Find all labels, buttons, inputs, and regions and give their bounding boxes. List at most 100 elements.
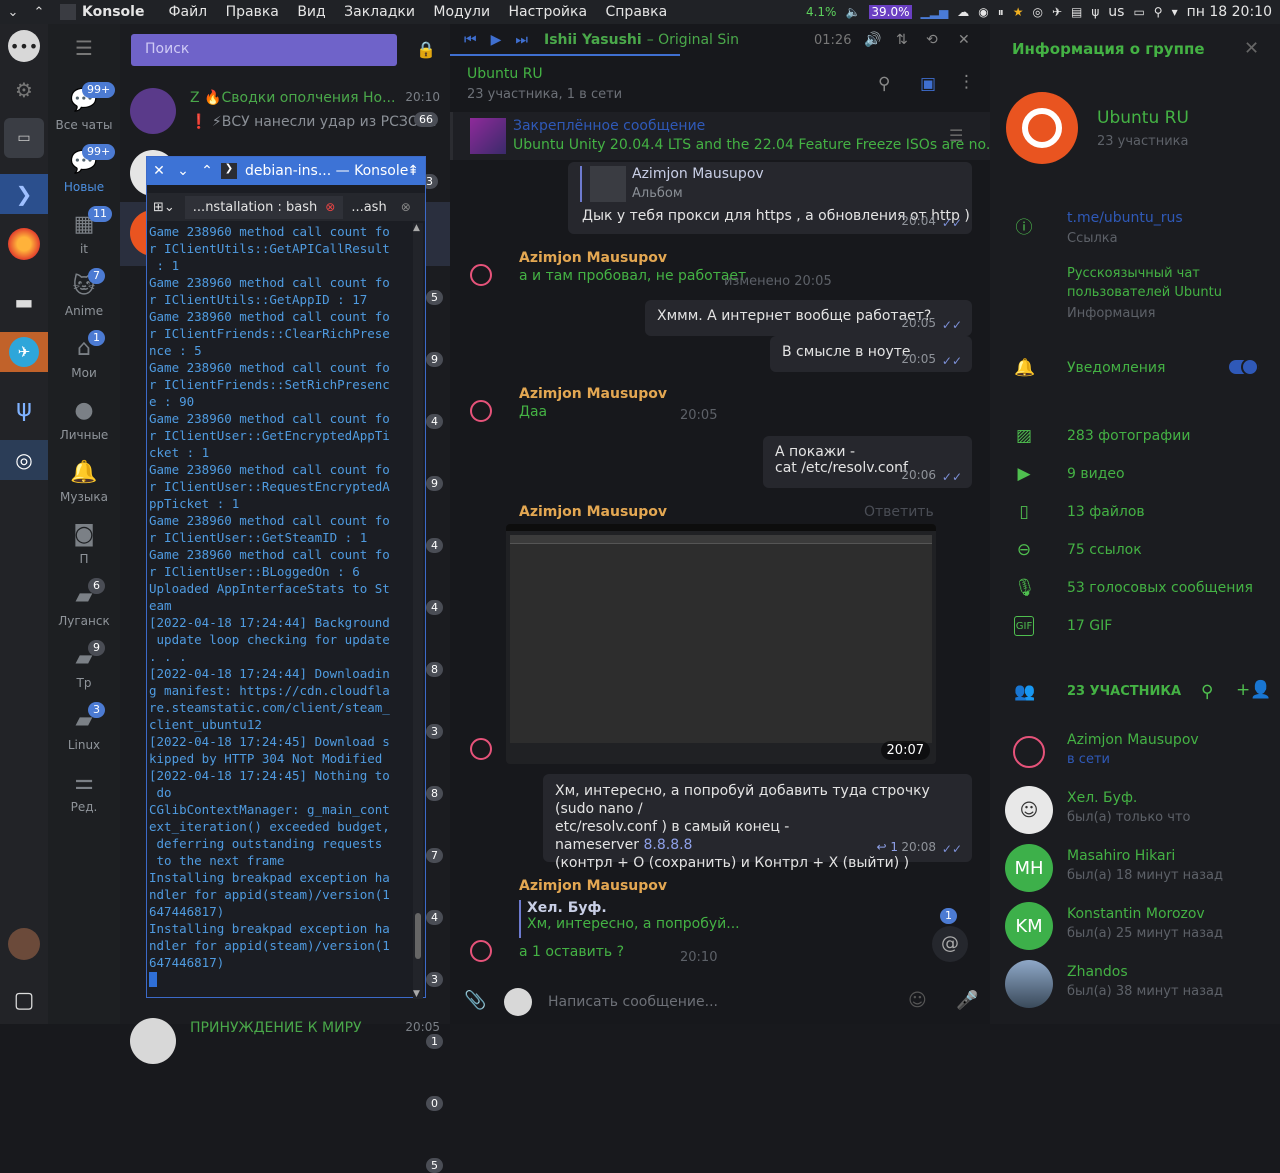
close-icon[interactable]: ✕ — [1244, 38, 1259, 59]
settings-gear-icon[interactable]: ⚙ — [4, 70, 44, 110]
close-window-icon[interactable]: ✕ — [147, 163, 171, 179]
sender-avatar[interactable] — [470, 738, 492, 760]
usb-icon[interactable]: ψ — [1091, 5, 1099, 19]
notifications-toggle[interactable] — [1229, 358, 1259, 376]
mention-icon[interactable]: @ — [932, 926, 968, 962]
next-track-icon[interactable]: ⏭ — [515, 32, 528, 48]
pause-icon[interactable]: ⏸ — [998, 5, 1004, 20]
close-tab-icon[interactable]: ⊗ — [325, 200, 335, 214]
keep-above-icon[interactable]: ⇞ — [407, 163, 419, 179]
sticker-avatar-icon[interactable] — [504, 988, 532, 1016]
clipboard-icon[interactable]: ▤ — [1071, 5, 1082, 19]
folder-new[interactable]: 💬 99+ Новые — [48, 144, 120, 194]
maximize-window-icon[interactable]: ⌃ — [195, 163, 219, 179]
menu-plugins[interactable]: Модули — [433, 4, 490, 20]
player-progress[interactable] — [450, 54, 680, 56]
media-links[interactable]: 75 ссылок — [1067, 542, 1142, 558]
record-icon[interactable]: ◉ — [978, 5, 988, 19]
mem-meter[interactable]: 39.0% — [869, 5, 912, 19]
telegram-tray-icon[interactable]: ✈ — [1052, 5, 1062, 19]
attach-icon[interactable]: 📎 — [464, 990, 486, 1011]
message-sender[interactable]: Azimjon Mausupov — [519, 504, 667, 520]
member-row[interactable]: KM Konstantin Morozov был(а) 25 минут на… — [990, 896, 1280, 954]
play-icon[interactable]: ▶ — [491, 32, 502, 48]
reply-link[interactable]: Ответить — [864, 504, 934, 520]
clock[interactable]: пн 18 20:10 — [1187, 4, 1272, 20]
konsole-titlebar[interactable]: ✕ ⌄ ⌃ ❯ debian-ins... — Konsole ⇞ — [147, 157, 425, 185]
member-row[interactable]: MH Masahiro Hikari был(а) 18 минут назад — [990, 838, 1280, 896]
telegram-dock-icon[interactable]: ✈ — [0, 332, 48, 372]
group-avatar[interactable] — [1006, 92, 1078, 164]
folder-it[interactable]: ▦ 11 it — [48, 206, 120, 256]
qbittorrent-icon[interactable]: ψ — [4, 388, 44, 428]
firefox-icon[interactable] — [8, 228, 40, 260]
replies-count[interactable]: ↩ 1 — [876, 838, 898, 856]
track-artist[interactable]: Ishii Yasushi — [544, 32, 642, 48]
volume-icon[interactable]: 🔈 — [845, 5, 860, 19]
menu-file[interactable]: Файл — [168, 4, 207, 20]
emoji-icon[interactable]: ☺ — [908, 990, 927, 1011]
member-row[interactable]: Zhandos был(а) 38 минут назад — [990, 954, 1280, 1012]
network-icon[interactable]: ⚲ — [1154, 5, 1163, 19]
folder-personal[interactable]: ● Личные — [48, 398, 120, 442]
cpu-meter[interactable]: 4.1% — [806, 5, 837, 19]
steam-tray-icon[interactable]: ◎ — [1032, 5, 1042, 19]
sender-avatar[interactable] — [470, 940, 492, 962]
cloud-icon[interactable]: ☁ — [957, 5, 969, 19]
previous-track-icon[interactable]: ⏮ — [464, 32, 477, 48]
folder-p[interactable]: ◙ П — [48, 522, 120, 566]
member-row[interactable]: Azimjon Mausupov в сети — [990, 722, 1280, 780]
microphone-icon[interactable]: 🎤 — [956, 990, 978, 1011]
keyboard-layout[interactable]: us — [1108, 4, 1124, 20]
tab-bash[interactable]: ...ash ⊗ — [343, 196, 418, 219]
message-out[interactable]: Хм, интересно, а попробуй добавить туда … — [543, 774, 972, 871]
menu-settings[interactable]: Настройка — [509, 4, 588, 20]
message-out[interactable]: А покажи - cat /etc/resolv.conf 20:06 ✓✓ — [763, 436, 972, 488]
sender-avatar[interactable] — [470, 400, 492, 422]
menu-bookmarks[interactable]: Закладки — [344, 4, 415, 20]
message-sender[interactable]: Azimjon Mausupov — [519, 386, 667, 402]
media-photos[interactable]: 283 фотографии — [1067, 428, 1190, 444]
tray-expand-icon[interactable]: ▾ — [1172, 5, 1178, 19]
scroll-down-icon[interactable]: ▼ — [413, 989, 420, 999]
add-member-icon[interactable]: +👤 — [1236, 680, 1271, 700]
terminal-dock-icon[interactable]: ▭ — [4, 118, 44, 158]
chevron-up-icon[interactable]: ⌃ — [26, 5, 52, 20]
lock-icon[interactable]: 🔒 — [416, 40, 436, 59]
folder-mine[interactable]: ⌂ 1 Мои — [48, 330, 120, 380]
message-out[interactable]: Хммм. А интернет вообще работает? 20:05 … — [645, 300, 972, 336]
file-manager-icon[interactable]: ▬ — [4, 282, 44, 322]
chevron-down-icon[interactable]: ⌄ — [0, 5, 26, 20]
ip-link[interactable]: 8.8.8.8 — [643, 837, 692, 853]
menu-hamburger-icon[interactable]: ☰ — [48, 36, 120, 60]
message-input[interactable]: Написать сообщение... — [548, 994, 718, 1010]
message-out[interactable]: Azimjon Mausupov Альбом Дык у тебя прокс… — [568, 162, 972, 234]
folder-tr[interactable]: ▰ 9 Тр — [48, 640, 120, 690]
terminal-output[interactable]: Game 238960 method call count fo r IClien… — [149, 223, 411, 999]
scroll-up-icon[interactable]: ▲ — [413, 223, 420, 233]
user-avatar[interactable] — [8, 928, 40, 960]
folder-anime[interactable]: 🐱 7 Anime — [48, 268, 120, 318]
show-desktop-icon[interactable]: ▢ — [4, 980, 44, 1020]
folder-lugansk[interactable]: ▰ 6 Луганск — [48, 578, 120, 628]
media-files[interactable]: 13 файлов — [1067, 504, 1145, 520]
folder-all-chats[interactable]: 💬 99+ Все чаты — [48, 82, 120, 132]
konsole-dock-icon[interactable]: ❯ — [0, 174, 48, 214]
pin-list-icon[interactable]: ☰ — [949, 126, 963, 145]
folder-edit[interactable]: ⚌ Ред. — [48, 770, 120, 814]
star-icon[interactable]: ★ — [1013, 5, 1024, 19]
new-tab-icon[interactable]: ⊞⌄ — [153, 200, 175, 215]
order-icon[interactable]: ⇅ — [896, 32, 908, 48]
folder-linux[interactable]: ▰ 3 Linux — [48, 702, 120, 752]
chat-row[interactable]: Z 🔥Сводки ополчения Но... 20:10 ❗ ⚡ВСУ н… — [120, 80, 450, 142]
member-row[interactable]: ☺ Хел. Буф. был(а) только что — [990, 780, 1280, 838]
more-options-icon[interactable]: ⋮ — [958, 72, 975, 92]
sender-avatar[interactable] — [470, 264, 492, 286]
volume-icon[interactable]: 🔊 — [864, 32, 881, 48]
search-input[interactable]: Поиск — [131, 34, 397, 66]
search-members-icon[interactable]: ⚲ — [1201, 682, 1213, 702]
pinned-message[interactable]: Закреплённое сообщение Ubuntu Unity 20.0… — [450, 112, 999, 160]
close-player-icon[interactable]: ✕ — [958, 32, 970, 48]
steam-dock-icon[interactable]: ◎ — [0, 440, 48, 480]
network-graph-icon[interactable]: ▁▂▅ — [921, 5, 949, 19]
